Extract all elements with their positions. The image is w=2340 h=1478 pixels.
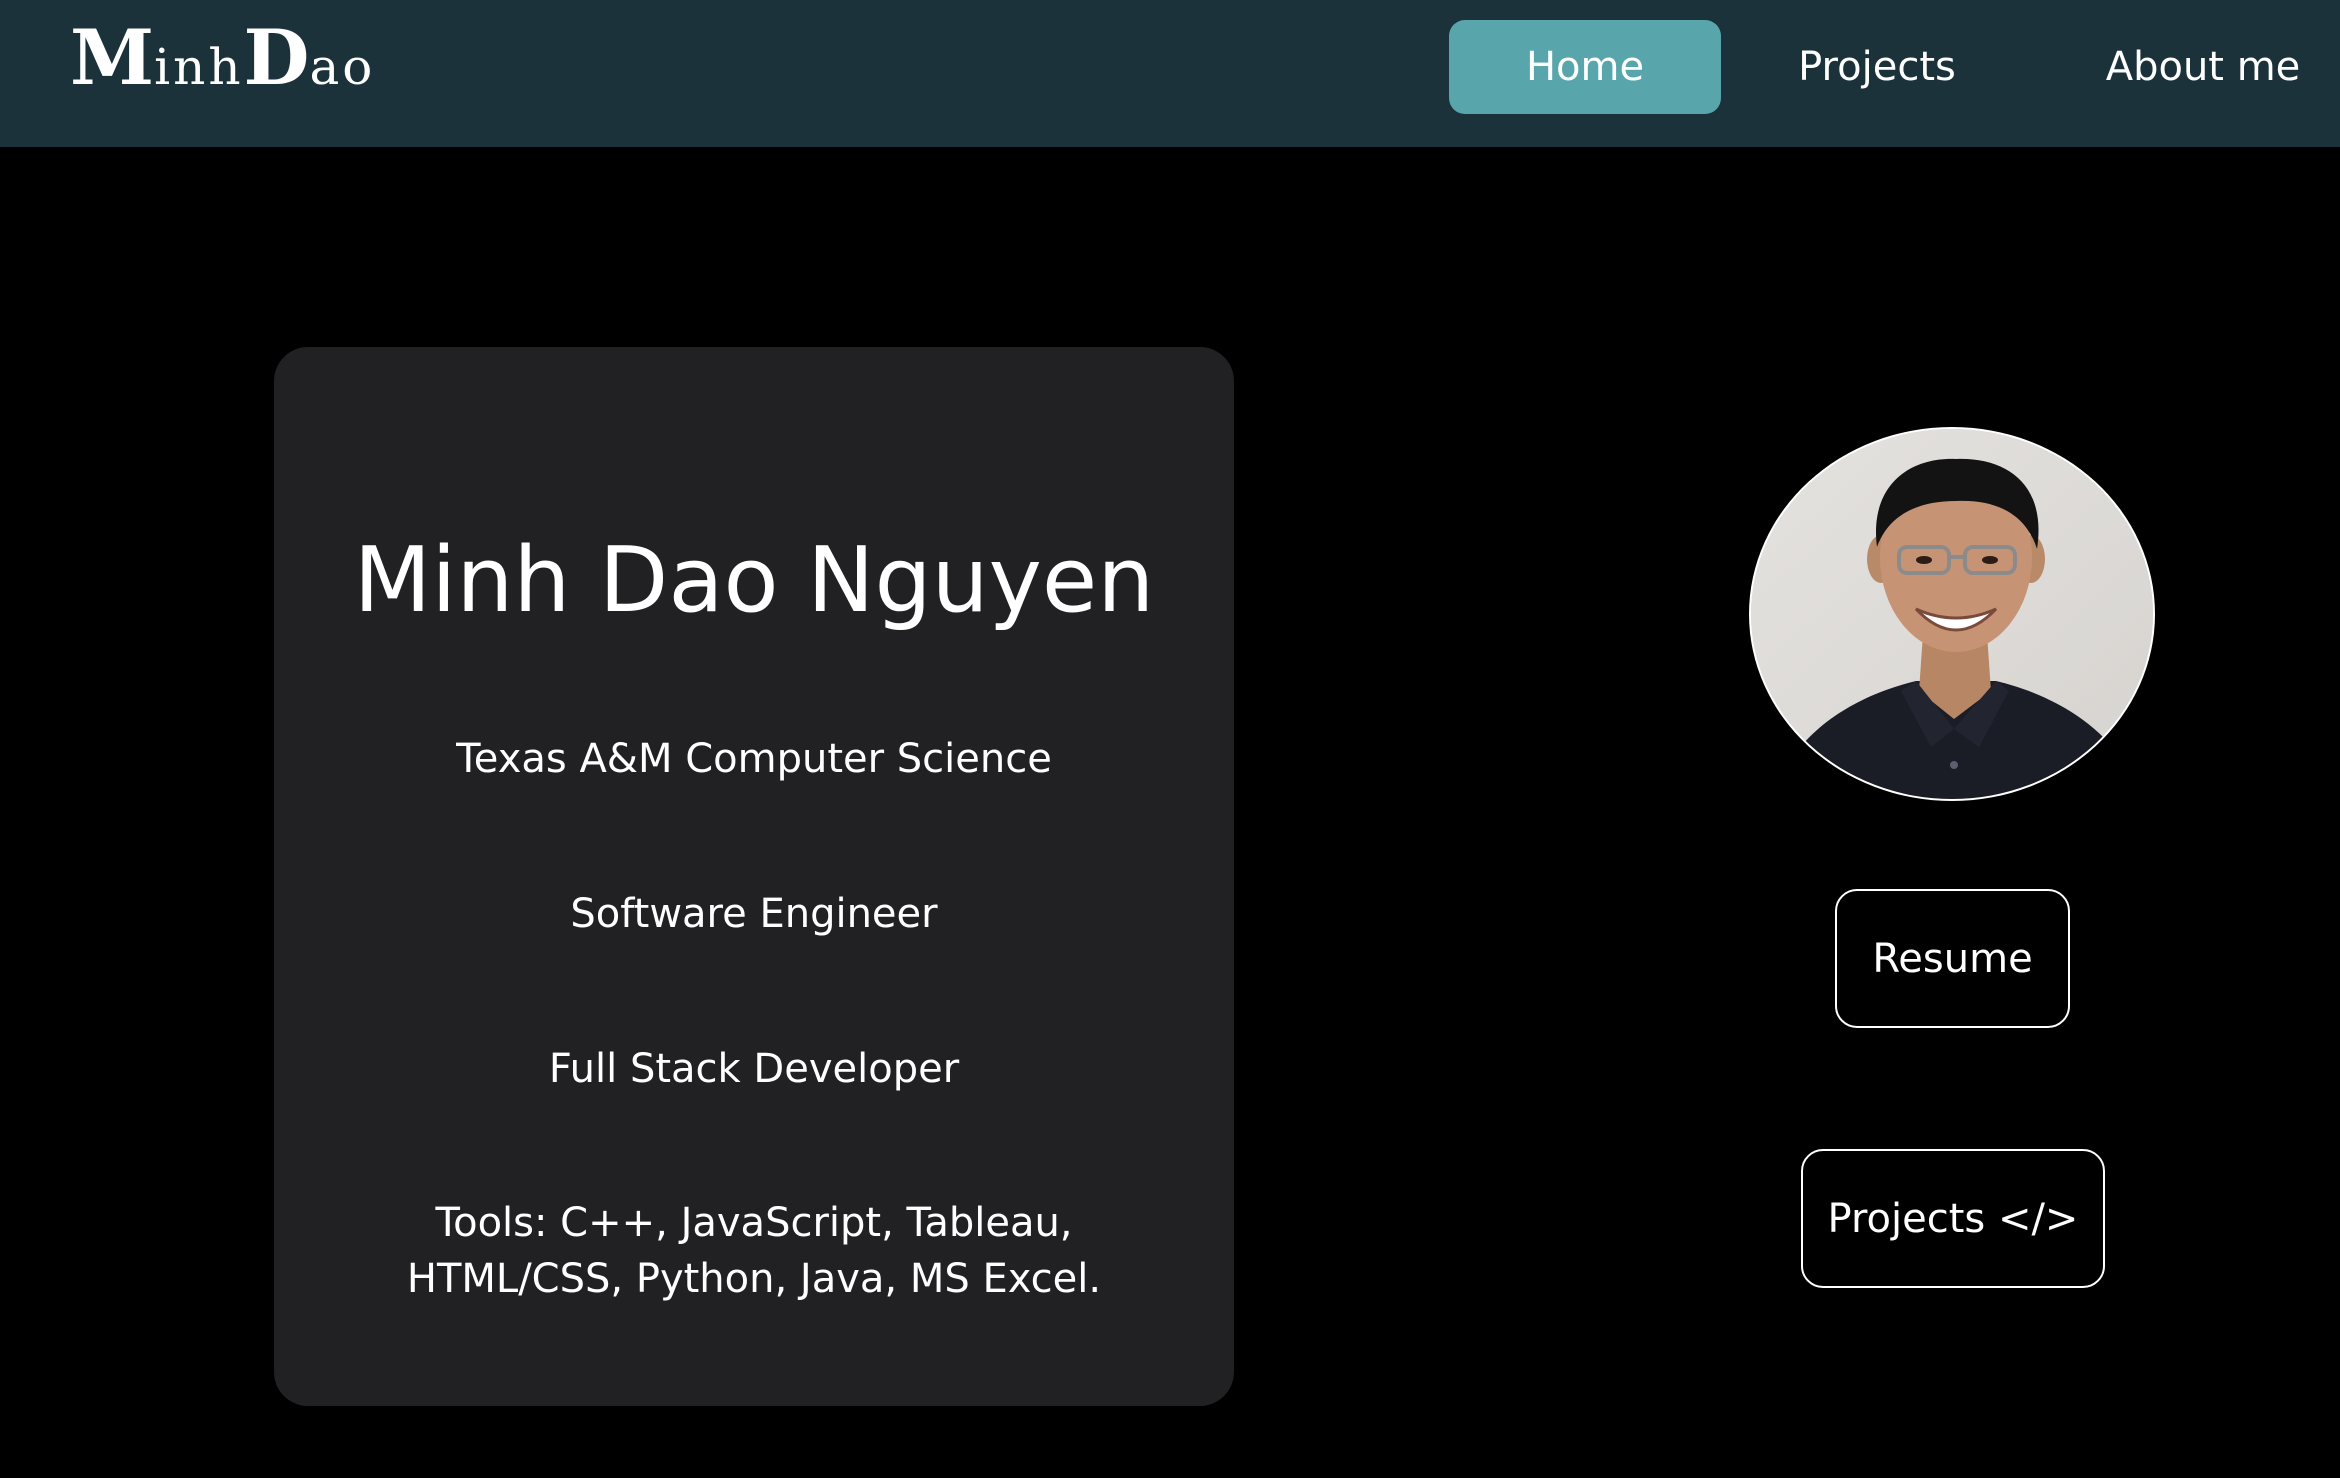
resume-button[interactable]: Resume <box>1835 889 2070 1028</box>
profile-photo <box>1749 427 2155 801</box>
profile-name: Minh Dao Nguyen <box>353 528 1155 633</box>
nav-projects-link[interactable]: Projects <box>1768 20 1986 114</box>
nav-home-link[interactable]: Home <box>1449 20 1721 114</box>
top-navbar: MinhDao Home Projects About me <box>0 0 2340 147</box>
profile-card: Minh Dao Nguyen Texas A&M Computer Scien… <box>274 347 1234 1406</box>
logo-rest-inh: inh <box>154 38 244 96</box>
logo-rest-ao: ao <box>309 38 376 96</box>
profile-tools: Tools: C++, JavaScript, Tableau, HTML/CS… <box>406 1200 1102 1302</box>
logo-initial-m: M <box>70 13 155 102</box>
profile-school: Texas A&M Computer Science <box>456 736 1052 782</box>
projects-button[interactable]: Projects </> <box>1801 1149 2105 1288</box>
profile-specialty: Full Stack Developer <box>548 1046 960 1092</box>
profile-role: Software Engineer <box>570 891 938 937</box>
nav-about-link[interactable]: About me <box>2088 20 2318 114</box>
site-logo[interactable]: MinhDao <box>70 20 375 96</box>
logo-initial-d: D <box>243 13 310 102</box>
portrait-illustration <box>1751 429 2153 799</box>
